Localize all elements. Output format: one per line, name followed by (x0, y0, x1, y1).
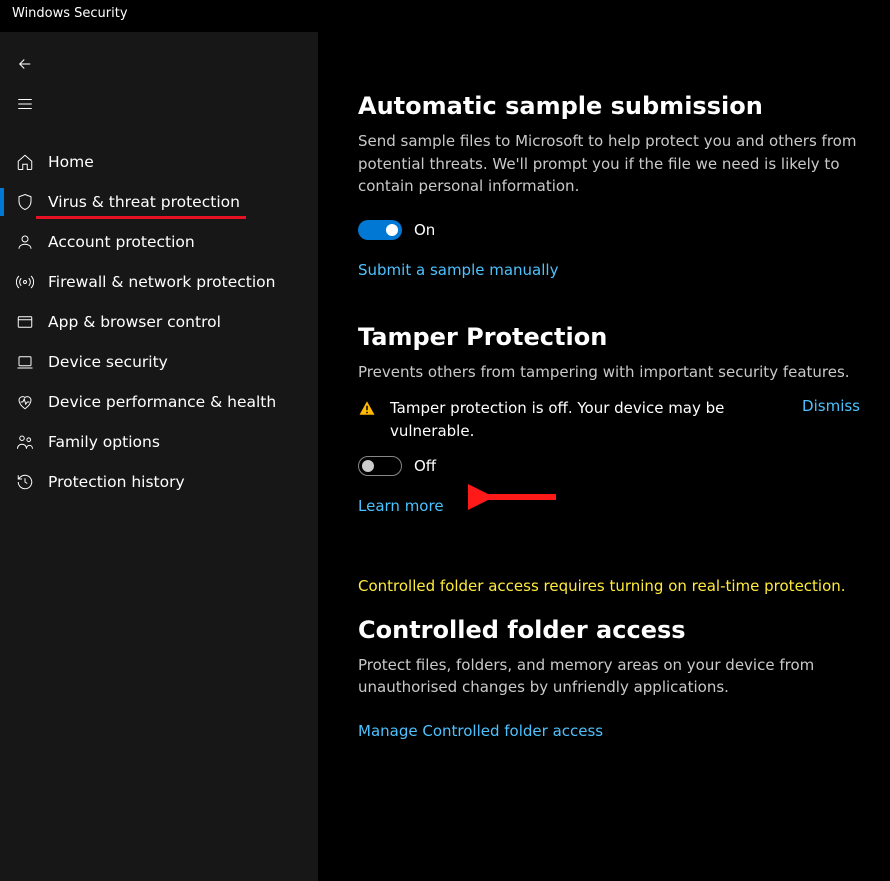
toggle-label: On (414, 221, 435, 239)
window-titlebar: Windows Security (0, 0, 890, 32)
window-title: Windows Security (12, 6, 128, 21)
section-heading: Automatic sample submission (358, 92, 860, 120)
cfa-requirement-note: Controlled folder access requires turnin… (358, 575, 860, 598)
toggle-knob (386, 224, 398, 236)
history-icon (16, 473, 34, 491)
content-pane: Automatic sample submission Send sample … (318, 32, 890, 881)
section-heading: Controlled folder access (358, 616, 860, 644)
toggle-row-tamper: Off (358, 456, 860, 476)
antenna-icon (16, 273, 34, 291)
sidebar-item-virus-threat[interactable]: Virus & threat protection (0, 182, 318, 222)
toggle-tamper-protection[interactable] (358, 456, 402, 476)
hamburger-button[interactable] (0, 84, 48, 124)
sidebar-item-performance[interactable]: Device performance & health (0, 382, 318, 422)
sidebar-item-label: Virus & threat protection (48, 193, 240, 211)
sidebar-item-device-security[interactable]: Device security (0, 342, 318, 382)
sidebar-item-label: Account protection (48, 233, 195, 251)
sidebar-item-app-browser[interactable]: App & browser control (0, 302, 318, 342)
link-learn-more-tamper[interactable]: Learn more (358, 497, 444, 515)
section-sample-submission: Automatic sample submission Send sample … (358, 92, 860, 279)
sidebar-item-label: Home (48, 153, 94, 171)
annotation-underline (36, 216, 246, 219)
warning-triangle-icon (358, 399, 378, 419)
sidebar-item-label: Protection history (48, 473, 185, 491)
sidebar-item-account[interactable]: Account protection (0, 222, 318, 262)
window-icon (16, 313, 34, 331)
sidebar-item-family[interactable]: Family options (0, 422, 318, 462)
heart-pulse-icon (16, 393, 34, 411)
account-icon (16, 233, 34, 251)
link-dismiss-warning[interactable]: Dismiss (802, 397, 860, 415)
sidebar-item-label: Device security (48, 353, 168, 371)
toggle-label: Off (414, 457, 436, 475)
toggle-sample-submission[interactable] (358, 220, 402, 240)
nav-list: Home Virus & threat protection Account p… (0, 142, 318, 502)
shield-icon (16, 193, 34, 211)
toggle-row-sample: On (358, 220, 860, 240)
sidebar-item-firewall[interactable]: Firewall & network protection (0, 262, 318, 302)
back-button[interactable] (0, 44, 48, 84)
section-tamper-protection: Tamper Protection Prevents others from t… (358, 323, 860, 516)
warning-row: Tamper protection is off. Your device ma… (358, 397, 860, 442)
sidebar-item-history[interactable]: Protection history (0, 462, 318, 502)
section-description: Send sample files to Microsoft to help p… (358, 130, 860, 198)
annotation-arrow (468, 482, 558, 512)
warning-text: Tamper protection is off. Your device ma… (390, 397, 792, 442)
hamburger-icon (16, 95, 34, 113)
main-container: Home Virus & threat protection Account p… (0, 32, 890, 881)
chip-icon (16, 353, 34, 371)
section-description: Protect files, folders, and memory areas… (358, 654, 860, 699)
sidebar-item-label: Firewall & network protection (48, 273, 275, 291)
section-controlled-folder-access: Controlled folder access requires turnin… (358, 575, 860, 740)
home-icon (16, 153, 34, 171)
link-submit-sample[interactable]: Submit a sample manually (358, 261, 558, 279)
arrow-left-icon (16, 55, 34, 73)
sidebar-item-label: App & browser control (48, 313, 221, 331)
toggle-knob (362, 460, 374, 472)
section-description: Prevents others from tampering with impo… (358, 361, 860, 384)
sidebar-item-label: Family options (48, 433, 160, 451)
family-icon (16, 433, 34, 451)
sidebar: Home Virus & threat protection Account p… (0, 32, 318, 881)
sidebar-item-label: Device performance & health (48, 393, 276, 411)
link-manage-cfa[interactable]: Manage Controlled folder access (358, 722, 603, 740)
section-heading: Tamper Protection (358, 323, 860, 351)
sidebar-item-home[interactable]: Home (0, 142, 318, 182)
